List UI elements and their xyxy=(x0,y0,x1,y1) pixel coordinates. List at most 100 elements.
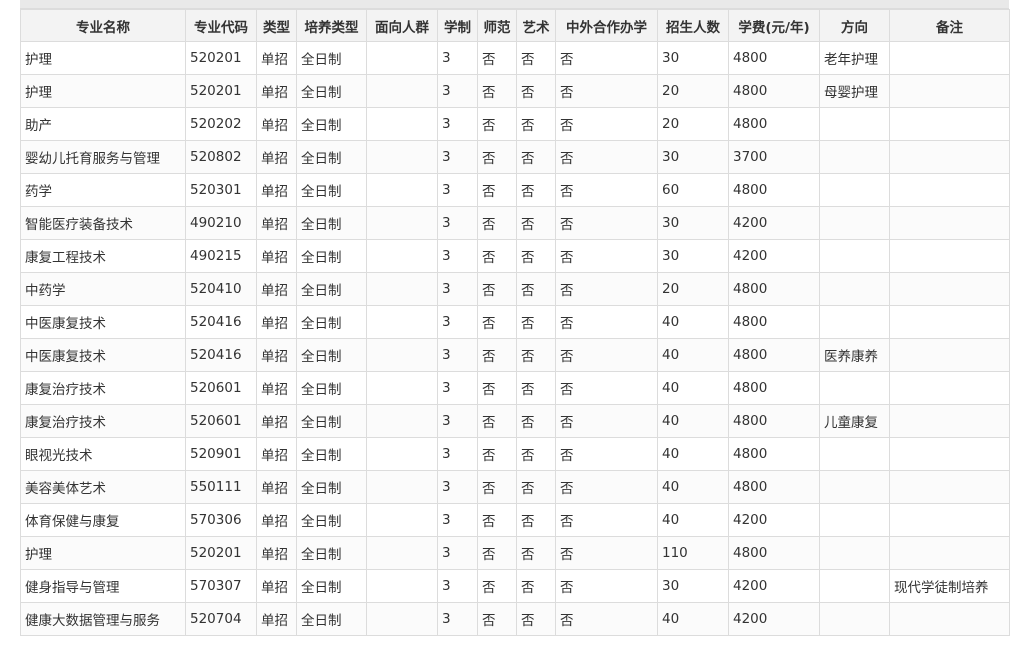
cell-type: 单招 xyxy=(256,305,297,339)
cell-direction xyxy=(819,173,890,207)
cell-joint-program: 否 xyxy=(555,371,658,405)
cell-joint-program: 否 xyxy=(555,206,658,240)
cell-joint-program: 否 xyxy=(555,569,658,603)
cell-duration: 3 xyxy=(437,206,478,240)
cell-tuition: 4800 xyxy=(728,107,820,141)
cell-joint-program: 否 xyxy=(555,404,658,438)
table-row: 护理 520201 单招 全日制 3 否否否 110 4800 xyxy=(20,536,1010,570)
table-header: 专业名称 专业代码 类型 培养类型 面向人群 学制 师范 艺术 中外合作办学 招生人数 学费(元/年… xyxy=(20,9,1010,42)
cell-remarks xyxy=(889,74,1010,108)
table-row: 中医康复技术 520416 单招 全日制 3 否否否 40 4800 医养康养 xyxy=(20,338,1010,372)
cell-major-name: 护理 xyxy=(20,41,186,75)
cell-remarks xyxy=(889,404,1010,438)
cell-target-group xyxy=(366,503,438,537)
header-tuition: 学费(元/年) xyxy=(728,9,820,42)
cell-direction xyxy=(819,206,890,240)
cell-art: 否 xyxy=(516,371,556,405)
cell-direction xyxy=(819,272,890,306)
cell-enrollment: 40 xyxy=(657,470,729,504)
cell-remarks xyxy=(889,41,1010,75)
table-row: 护理 520201 单招 全日制 3 否否否 30 4800 老年护理 xyxy=(20,41,1010,75)
cell-enrollment: 30 xyxy=(657,569,729,603)
cell-art: 否 xyxy=(516,107,556,141)
cell-major-name: 康复工程技术 xyxy=(20,239,186,273)
cell-teacher-training: 否 xyxy=(477,305,517,339)
cell-teacher-training: 否 xyxy=(477,569,517,603)
cell-joint-program: 否 xyxy=(555,338,658,372)
cell-type: 单招 xyxy=(256,140,297,174)
header-training-type: 培养类型 xyxy=(296,9,367,42)
cell-direction xyxy=(819,470,890,504)
cell-direction xyxy=(819,239,890,273)
cell-type: 单招 xyxy=(256,569,297,603)
cell-tuition: 4800 xyxy=(728,74,820,108)
cell-training-type: 全日制 xyxy=(296,74,367,108)
cell-remarks xyxy=(889,338,1010,372)
table-row: 健身指导与管理 570307 单招 全日制 3 否否否 30 4200 现代学徒制培养 xyxy=(20,569,1010,603)
cell-enrollment: 60 xyxy=(657,173,729,207)
cell-training-type: 全日制 xyxy=(296,437,367,471)
table-row: 康复治疗技术 520601 单招 全日制 3 否否否 40 4800 儿童康复 xyxy=(20,404,1010,438)
cell-art: 否 xyxy=(516,602,556,636)
cell-duration: 3 xyxy=(437,503,478,537)
cell-tuition: 4800 xyxy=(728,404,820,438)
cell-joint-program: 否 xyxy=(555,470,658,504)
cell-enrollment: 40 xyxy=(657,305,729,339)
enrollment-table: 专业名称 专业代码 类型 培养类型 面向人群 学制 师范 艺术 中外合作办学 招生人数 学费(元/年… xyxy=(20,9,1010,636)
cell-training-type: 全日制 xyxy=(296,371,367,405)
cell-art: 否 xyxy=(516,437,556,471)
cell-joint-program: 否 xyxy=(555,74,658,108)
cell-enrollment: 20 xyxy=(657,272,729,306)
cell-teacher-training: 否 xyxy=(477,206,517,240)
cell-tuition: 4200 xyxy=(728,569,820,603)
cell-type: 单招 xyxy=(256,437,297,471)
table-row: 护理 520201 单招 全日制 3 否否否 20 4800 母婴护理 xyxy=(20,74,1010,108)
cell-duration: 3 xyxy=(437,74,478,108)
cell-type: 单招 xyxy=(256,239,297,273)
cell-target-group xyxy=(366,338,438,372)
cell-art: 否 xyxy=(516,272,556,306)
cell-remarks xyxy=(889,602,1010,636)
cell-training-type: 全日制 xyxy=(296,140,367,174)
header-major-code: 专业代码 xyxy=(185,9,257,42)
cell-teacher-training: 否 xyxy=(477,272,517,306)
cell-duration: 3 xyxy=(437,107,478,141)
cell-major-code: 520301 xyxy=(185,173,257,207)
cell-major-name: 助产 xyxy=(20,107,186,141)
cell-target-group xyxy=(366,173,438,207)
header-teacher-training: 师范 xyxy=(477,9,517,42)
cell-art: 否 xyxy=(516,305,556,339)
cell-target-group xyxy=(366,74,438,108)
header-duration: 学制 xyxy=(437,9,478,42)
cell-art: 否 xyxy=(516,74,556,108)
cell-joint-program: 否 xyxy=(555,272,658,306)
cell-art: 否 xyxy=(516,404,556,438)
cell-type: 单招 xyxy=(256,470,297,504)
cell-major-code: 520416 xyxy=(185,338,257,372)
cell-direction xyxy=(819,536,890,570)
table-row: 眼视光技术 520901 单招 全日制 3 否否否 40 4800 xyxy=(20,437,1010,471)
cell-direction xyxy=(819,602,890,636)
cell-type: 单招 xyxy=(256,74,297,108)
cell-duration: 3 xyxy=(437,41,478,75)
cell-enrollment: 40 xyxy=(657,371,729,405)
cell-major-code: 520201 xyxy=(185,536,257,570)
cell-tuition: 4200 xyxy=(728,239,820,273)
cell-joint-program: 否 xyxy=(555,536,658,570)
cell-major-code: 570307 xyxy=(185,569,257,603)
cell-training-type: 全日制 xyxy=(296,503,367,537)
cell-teacher-training: 否 xyxy=(477,371,517,405)
cell-type: 单招 xyxy=(256,338,297,372)
cell-teacher-training: 否 xyxy=(477,338,517,372)
cell-teacher-training: 否 xyxy=(477,41,517,75)
cell-major-code: 520202 xyxy=(185,107,257,141)
cell-major-name: 护理 xyxy=(20,536,186,570)
header-target-group: 面向人群 xyxy=(366,9,438,42)
cell-target-group xyxy=(366,206,438,240)
cell-target-group xyxy=(366,305,438,339)
cell-target-group xyxy=(366,140,438,174)
cell-target-group xyxy=(366,569,438,603)
cell-teacher-training: 否 xyxy=(477,74,517,108)
table-row: 体育保健与康复 570306 单招 全日制 3 否否否 40 4200 xyxy=(20,503,1010,537)
cell-remarks xyxy=(889,437,1010,471)
